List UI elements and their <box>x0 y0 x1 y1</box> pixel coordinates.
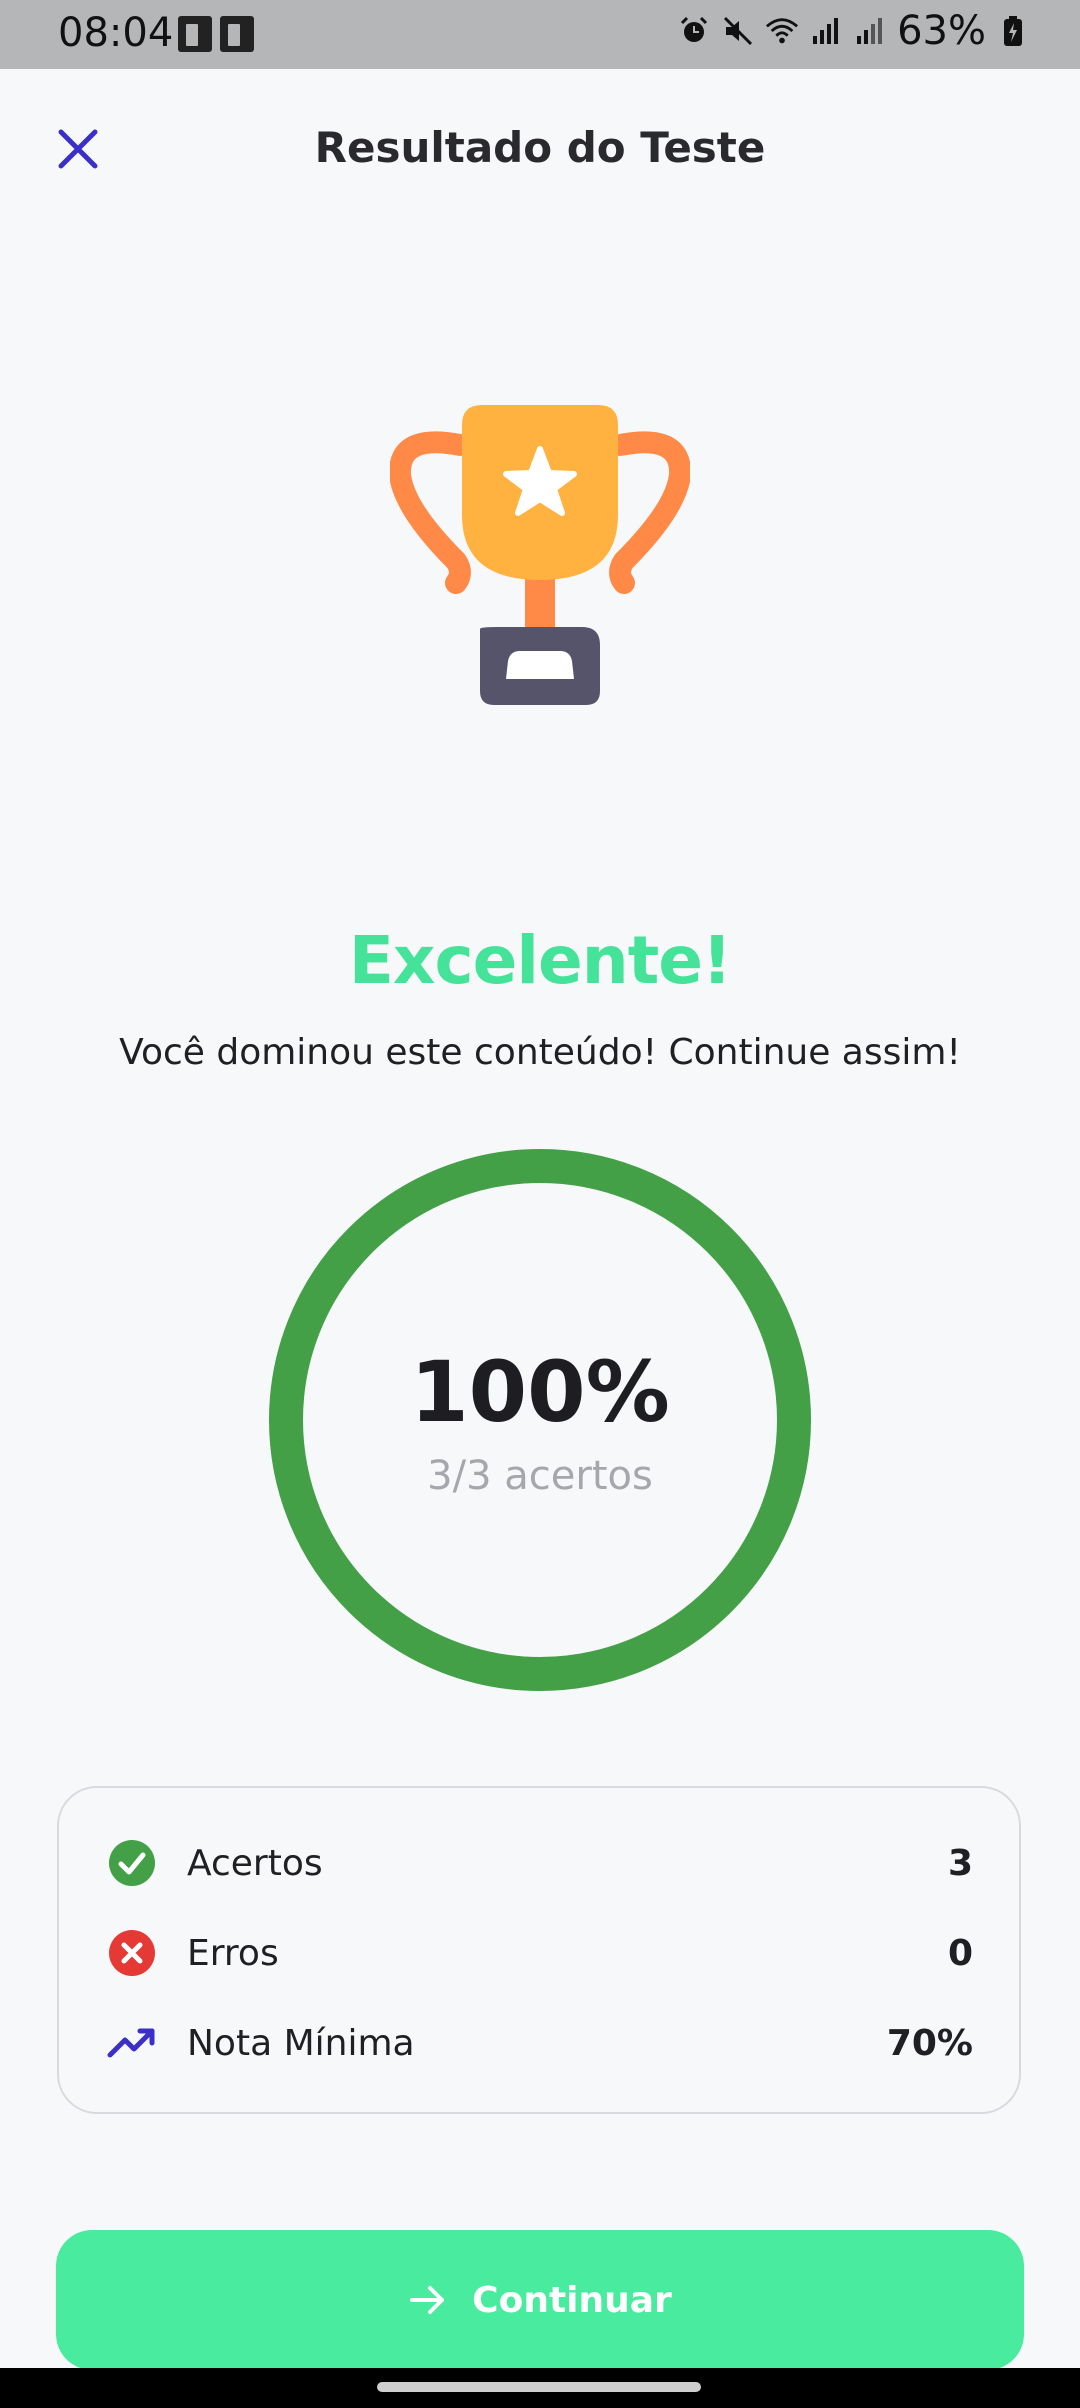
stat-label: Erros <box>187 1932 279 1974</box>
stat-value: 3 <box>947 1842 973 1884</box>
continue-label: Continuar <box>472 2279 672 2321</box>
result-message: Você dominou este conteúdo! Continue ass… <box>119 1032 961 1073</box>
status-time: 08:04 <box>58 10 174 56</box>
notification-icons <box>178 16 254 52</box>
battery-percent: 63% <box>897 8 986 54</box>
stat-value: 70% <box>886 2022 973 2064</box>
arrow-right-icon <box>410 2286 445 2314</box>
stat-row-nota-minima: Nota Mínima 70% <box>107 2013 973 2073</box>
stat-label: Acertos <box>187 1842 323 1884</box>
stat-row-acertos: Acertos 3 <box>107 1833 973 1893</box>
signal-icon <box>853 14 887 48</box>
trending-up-icon <box>107 2018 157 2068</box>
page-title: Resultado do Teste <box>314 123 766 172</box>
result-title: Excelente! <box>348 922 732 999</box>
wifi-icon <box>765 14 799 48</box>
phone-notification-icon <box>220 16 254 52</box>
signal-icon <box>809 14 843 48</box>
stat-label: Nota Mínima <box>187 2022 415 2064</box>
x-circle-icon <box>107 1928 157 1978</box>
alarm-icon <box>677 14 711 48</box>
header: Resultado do Teste <box>0 69 1080 229</box>
navigation-bar <box>0 2368 1080 2408</box>
home-gesture-handle[interactable] <box>377 2382 701 2392</box>
stat-value: 0 <box>947 1932 973 1974</box>
stat-row-erros: Erros 0 <box>107 1923 973 1983</box>
trophy-icon <box>389 405 691 715</box>
continue-button[interactable]: Continuar <box>56 2230 1024 2370</box>
phone-notification-icon <box>178 16 212 52</box>
mute-icon <box>721 14 755 48</box>
status-bar: 08:04 63% <box>0 0 1080 69</box>
score-percent: 100% <box>410 1343 670 1441</box>
score-count: 3/3 acertos <box>427 1453 653 1499</box>
status-right: 63% <box>677 8 1030 54</box>
stats-card: Acertos 3 Erros 0 Nota Mínima 70% <box>57 1786 1021 2114</box>
battery-icon <box>996 14 1030 48</box>
check-circle-icon <box>107 1838 157 1888</box>
